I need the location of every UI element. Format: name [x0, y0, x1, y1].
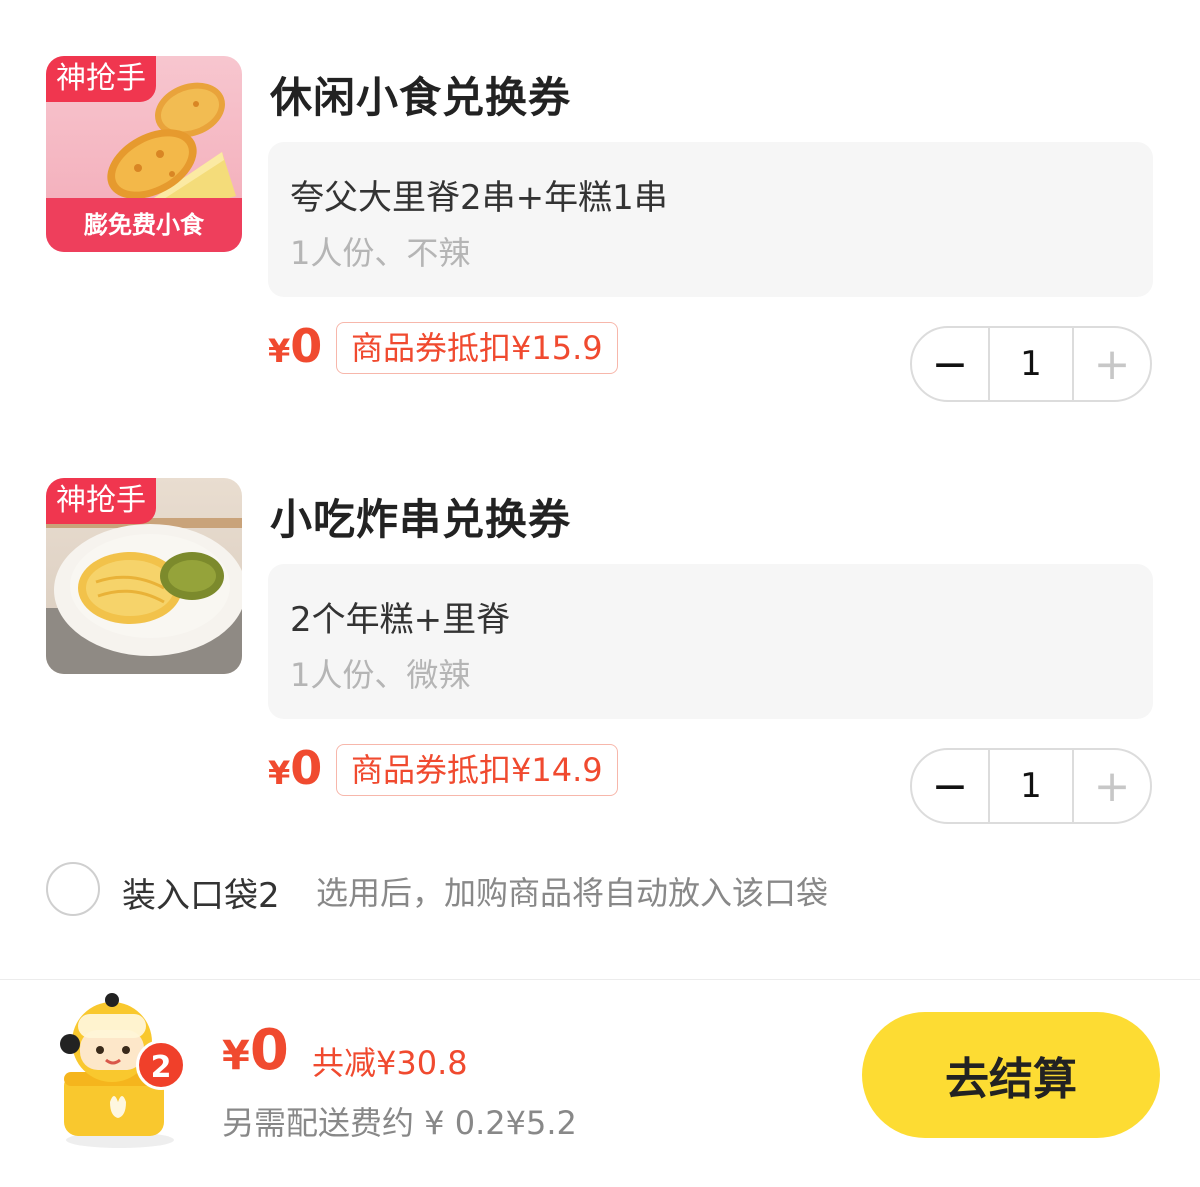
bag-radio-button[interactable]	[46, 862, 100, 916]
cart-item-1: 神抢手 膨免费小食 休闲小食兑换券 夸父大里脊2串+年糕1串 1人份、不辣 ¥0…	[0, 56, 1200, 456]
product-title[interactable]: 小吃炸串兑换券	[270, 486, 571, 547]
cart-count-badge: 2	[136, 1040, 186, 1090]
delivery-fee-text: 另需配送费约 ¥ 0.2¥5.2	[222, 1104, 577, 1142]
spec-name: 2个年糕+里脊	[290, 600, 511, 640]
item-price: ¥0	[268, 742, 322, 799]
increase-button[interactable]: +	[1074, 328, 1150, 400]
savings-text: 共减¥30.8	[312, 1044, 468, 1082]
quantity-stepper: − 1 +	[910, 748, 1152, 824]
spec-box[interactable]: 2个年糕+里脊 1人份、微辣	[268, 564, 1153, 719]
bag-label: 装入口袋2	[122, 876, 280, 916]
decrease-button[interactable]: −	[912, 328, 988, 400]
promo-tag: 神抢手	[46, 56, 156, 102]
currency-symbol: ¥	[268, 332, 291, 370]
checkout-bar: 2 ¥0 共减¥30.8 另需配送费约 ¥ 0.2¥5.2 去结算	[0, 980, 1200, 1187]
spec-box[interactable]: 夸父大里脊2串+年糕1串 1人份、不辣	[268, 142, 1153, 297]
coupon-deduction-badge: 商品券抵扣¥14.9	[336, 744, 618, 796]
total-price: ¥0	[222, 1018, 289, 1083]
spec-name: 夸父大里脊2串+年糕1串	[290, 178, 668, 218]
quantity-stepper: − 1 +	[910, 326, 1152, 402]
price-value: 0	[290, 319, 323, 373]
bag-hint: 选用后，加购商品将自动放入该口袋	[316, 874, 829, 912]
price-value: 0	[290, 741, 323, 795]
free-snack-band: 膨免费小食	[46, 198, 242, 252]
checkout-button[interactable]: 去结算	[862, 1012, 1160, 1138]
spec-detail: 1人份、不辣	[290, 234, 471, 272]
product-title[interactable]: 休闲小食兑换券	[270, 64, 571, 125]
quantity-value: 1	[988, 328, 1074, 400]
product-thumbnail[interactable]: 神抢手	[46, 478, 242, 674]
bag-option-row[interactable]: 装入口袋2 选用后，加购商品将自动放入该口袋	[46, 860, 1196, 920]
total-value: 0	[249, 1018, 289, 1083]
currency-symbol: ¥	[268, 754, 291, 792]
product-thumbnail[interactable]: 神抢手 膨免费小食	[46, 56, 242, 252]
spec-detail: 1人份、微辣	[290, 656, 471, 694]
increase-button[interactable]: +	[1074, 750, 1150, 822]
item-price: ¥0	[268, 320, 322, 377]
coupon-deduction-badge: 商品券抵扣¥15.9	[336, 322, 618, 374]
quantity-value: 1	[988, 750, 1074, 822]
decrease-button[interactable]: −	[912, 750, 988, 822]
promo-tag: 神抢手	[46, 478, 156, 524]
cart-item-2: 神抢手 小吃炸串兑换券 2个年糕+里脊 1人份、微辣 ¥0 商品券抵扣¥14.9…	[0, 478, 1200, 878]
currency-symbol: ¥	[222, 1033, 250, 1079]
